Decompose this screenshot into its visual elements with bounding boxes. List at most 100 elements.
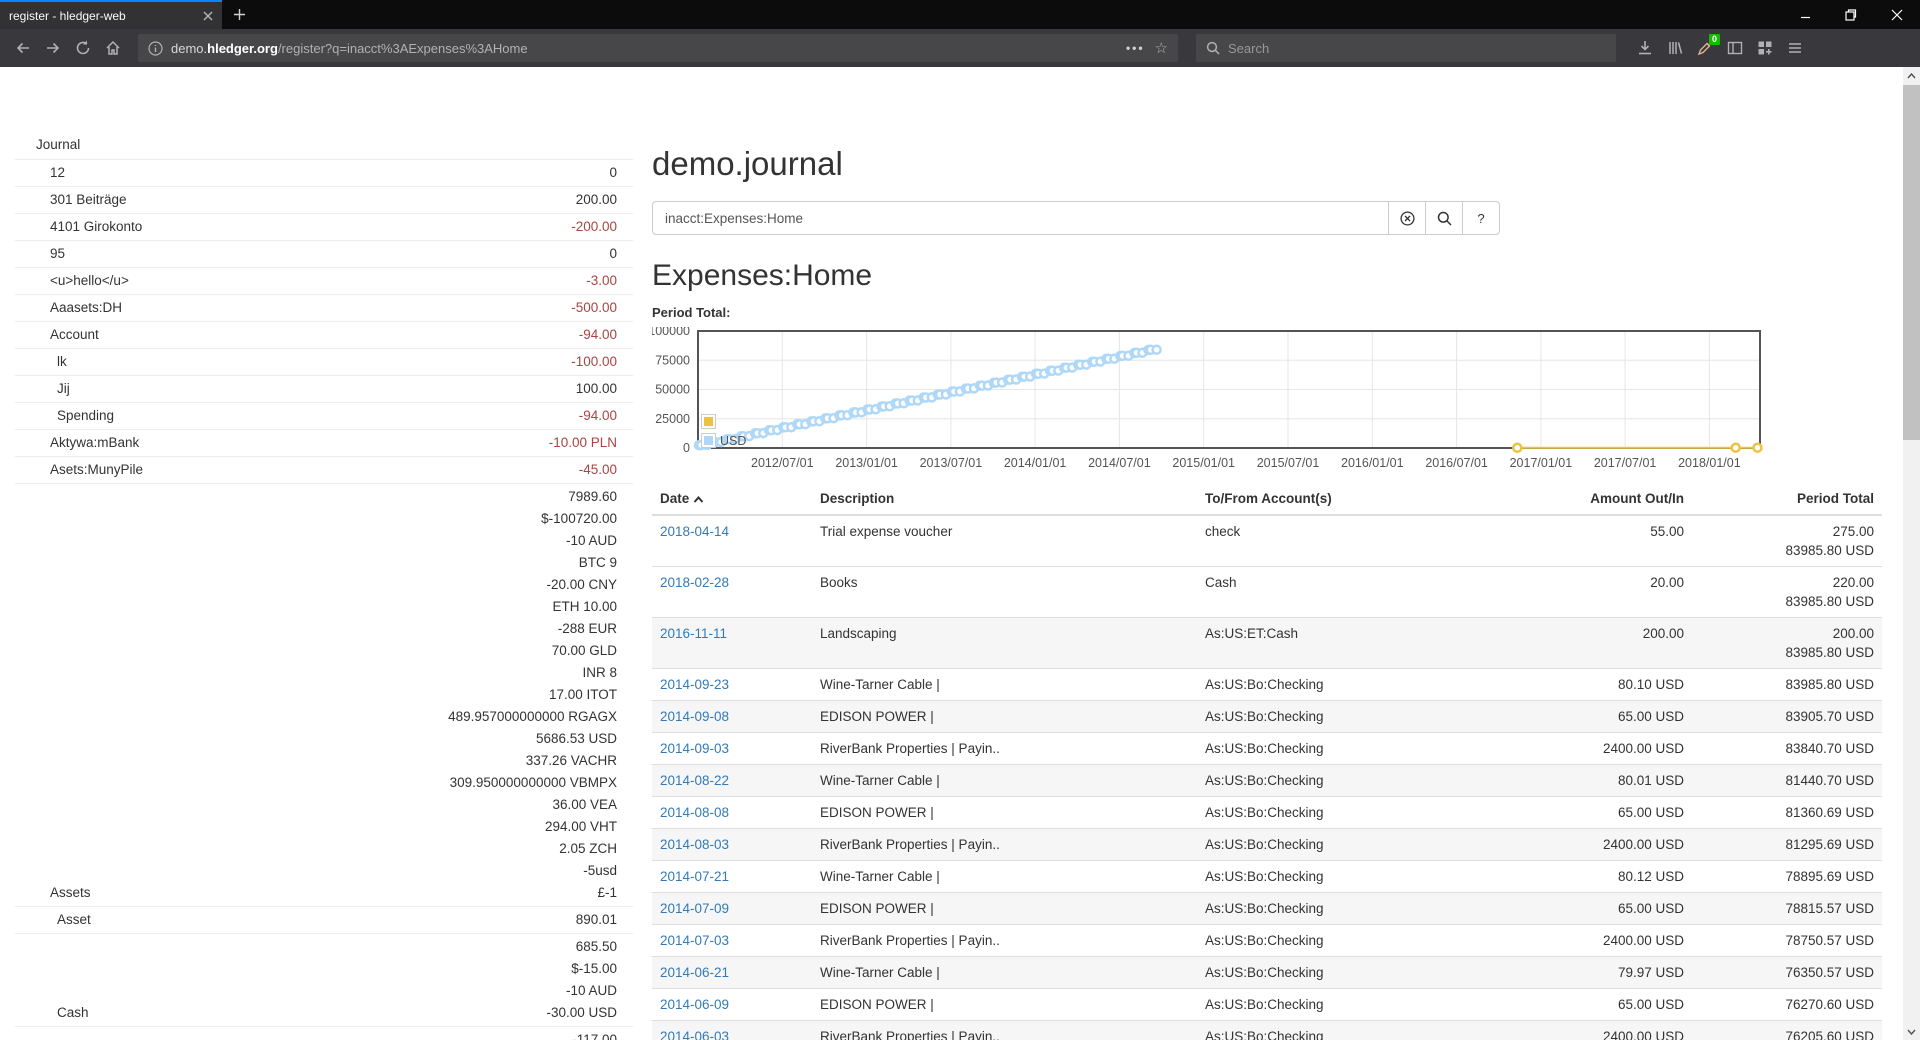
account-name[interactable]: lk	[15, 351, 67, 373]
account-name[interactable]: 12	[15, 162, 65, 184]
account-name[interactable]: Asets:MunyPile	[15, 459, 143, 481]
sidebar-journal-link[interactable]: Journal	[15, 130, 633, 159]
window-close-button[interactable]	[1874, 0, 1920, 29]
table-row[interactable]: 2014-06-03RiverBank Properties | Payin..…	[652, 1021, 1882, 1040]
sidebar-account-row[interactable]: 301 Beiträge200.00	[15, 186, 633, 213]
transaction-date-link[interactable]: 2014-08-08	[660, 805, 729, 820]
transaction-date-link[interactable]: 2014-06-03	[660, 1029, 729, 1040]
table-row[interactable]: 2014-08-22Wine-Tarner Cable |As:US:Bo:Ch…	[652, 765, 1882, 797]
svg-text:2016/07/01: 2016/07/01	[1425, 456, 1488, 470]
transaction-date-link[interactable]: 2018-04-14	[660, 524, 729, 539]
account-name[interactable]: Account	[15, 324, 99, 346]
back-button[interactable]	[8, 33, 38, 63]
home-button[interactable]	[98, 33, 128, 63]
sidebar-account-row[interactable]: 950	[15, 240, 633, 267]
table-row[interactable]: 2014-07-03RiverBank Properties | Payin..…	[652, 925, 1882, 957]
submit-search-button[interactable]	[1425, 201, 1463, 235]
table-row[interactable]: 2016-11-11LandscapingAs:US:ET:Cash200.00…	[652, 618, 1882, 669]
account-name[interactable]: Aktywa:mBank	[15, 432, 139, 454]
account-name[interactable]: <u>hello</u>	[15, 270, 129, 292]
account-balance: 100.00	[70, 378, 633, 400]
transaction-date-link[interactable]: 2018-02-28	[660, 575, 729, 590]
sidebar-account-row[interactable]: Asset890.01	[15, 906, 633, 933]
menu-hamburger-icon[interactable]	[1780, 33, 1810, 63]
help-button[interactable]: ?	[1462, 201, 1500, 235]
library-icon[interactable]	[1660, 33, 1690, 63]
table-row[interactable]: 2018-04-14Trial expense vouchercheck55.0…	[652, 515, 1882, 567]
window-minimize-button[interactable]	[1782, 0, 1828, 29]
window-restore-button[interactable]	[1828, 0, 1874, 29]
period-total-chart[interactable]: 2012/07/012013/01/012013/07/012014/01/01…	[652, 327, 1772, 471]
column-header-date[interactable]: Date	[652, 483, 812, 515]
sidebar-account-row[interactable]: Spending-94.00	[15, 402, 633, 429]
page-scrollbar[interactable]	[1903, 67, 1920, 1040]
sidebar-account-row[interactable]: 120	[15, 159, 633, 186]
sidebar-account-row[interactable]: Aktywa:mBank-10.00 PLN	[15, 429, 633, 456]
transaction-description: EDISON POWER |	[812, 701, 1197, 733]
account-name[interactable]: Cash	[15, 1002, 89, 1024]
query-input[interactable]	[652, 201, 1389, 235]
account-name[interactable]: 4101 Girokonto	[15, 216, 142, 238]
scrollbar-thumb[interactable]	[1903, 85, 1920, 440]
transaction-date-link[interactable]: 2014-09-08	[660, 709, 729, 724]
table-row[interactable]: 2014-08-08EDISON POWER |As:US:Bo:Checkin…	[652, 797, 1882, 829]
scrollbar-up-arrow[interactable]	[1903, 67, 1920, 84]
sidebar-account-row[interactable]: Asets:MunyPile-45.00	[15, 456, 633, 483]
transaction-date-link[interactable]: 2014-08-03	[660, 837, 729, 852]
sidebar-account-row[interactable]: <u>hello</u>-3.00	[15, 267, 633, 294]
account-name[interactable]: 301 Beiträge	[15, 189, 127, 211]
transaction-date-link[interactable]: 2014-06-09	[660, 997, 729, 1012]
bookmark-star-icon[interactable]: ☆	[1155, 39, 1168, 57]
scrollbar-down-arrow[interactable]	[1903, 1023, 1920, 1040]
sidebar-account-row[interactable]: lk-100.00	[15, 348, 633, 375]
table-row[interactable]: 2014-09-03RiverBank Properties | Payin..…	[652, 733, 1882, 765]
addon-highlighter-icon[interactable]: 0	[1690, 33, 1720, 63]
extensions-grid-icon[interactable]	[1750, 33, 1780, 63]
account-name[interactable]: Assets	[15, 882, 91, 904]
table-row[interactable]: 2014-07-09EDISON POWER |As:US:Bo:Checkin…	[652, 893, 1882, 925]
column-header-period-total[interactable]: Period Total	[1692, 483, 1882, 515]
clear-query-button[interactable]	[1388, 201, 1426, 235]
tab-close-icon[interactable]	[203, 11, 213, 21]
sidebar-account-row[interactable]: Account-94.00	[15, 321, 633, 348]
transaction-date-link[interactable]: 2014-08-22	[660, 773, 729, 788]
account-name[interactable]: Aaasets:DH	[15, 297, 122, 319]
table-row[interactable]: 2014-07-21Wine-Tarner Cable |As:US:Bo:Ch…	[652, 861, 1882, 893]
transaction-date-link[interactable]: 2014-09-23	[660, 677, 729, 692]
forward-button[interactable]	[38, 33, 68, 63]
sidebar-account-row[interactable]: Assets7989.60$-100720.00-10 AUDBTC 9-20.…	[15, 483, 633, 906]
table-row[interactable]: 2014-09-23Wine-Tarner Cable |As:US:Bo:Ch…	[652, 669, 1882, 701]
column-header-account[interactable]: To/From Account(s)	[1197, 483, 1492, 515]
browser-search-field[interactable]: Search	[1196, 34, 1616, 62]
downloads-icon[interactable]	[1630, 33, 1660, 63]
account-name[interactable]: Spending	[15, 405, 114, 427]
browser-tab[interactable]: register - hledger-web	[0, 0, 222, 29]
table-row[interactable]: 2014-06-21Wine-Tarner Cable |As:US:Bo:Ch…	[652, 957, 1882, 989]
sidebar-account-row[interactable]: -117.00	[15, 1026, 633, 1040]
transaction-date-link[interactable]: 2014-09-03	[660, 741, 729, 756]
transaction-date-link[interactable]: 2014-06-21	[660, 965, 729, 980]
table-row[interactable]: 2014-08-03RiverBank Properties | Payin..…	[652, 829, 1882, 861]
sidebar-account-row[interactable]: Aaasets:DH-500.00	[15, 294, 633, 321]
transaction-date-link[interactable]: 2016-11-11	[660, 626, 727, 641]
transaction-date-link[interactable]: 2014-07-09	[660, 901, 729, 916]
table-row[interactable]: 2014-06-09EDISON POWER |As:US:Bo:Checkin…	[652, 989, 1882, 1021]
transaction-date-link[interactable]: 2014-07-21	[660, 869, 729, 884]
url-bar[interactable]: demo.hledger.org/register?q=inacct%3AExp…	[138, 34, 1178, 62]
page-actions-icon[interactable]: •••	[1126, 41, 1145, 55]
table-row[interactable]: 2014-09-08EDISON POWER |As:US:Bo:Checkin…	[652, 701, 1882, 733]
sidebar-account-row[interactable]: Cash685.50$-15.00-10 AUD-30.00 USD	[15, 933, 633, 1026]
column-header-description[interactable]: Description	[812, 483, 1197, 515]
account-name[interactable]: 95	[15, 243, 65, 265]
reload-button[interactable]	[68, 33, 98, 63]
sidebar-account-row[interactable]: Jij100.00	[15, 375, 633, 402]
transaction-date-link[interactable]: 2014-07-03	[660, 933, 729, 948]
new-tab-button[interactable]	[222, 0, 256, 29]
sidebars-toggle-icon[interactable]	[1720, 33, 1750, 63]
account-name[interactable]: Asset	[15, 909, 91, 931]
account-name[interactable]: Jij	[15, 378, 70, 400]
site-info-icon[interactable]	[148, 41, 163, 56]
column-header-amount[interactable]: Amount Out/In	[1492, 483, 1692, 515]
sidebar-account-row[interactable]: 4101 Girokonto-200.00	[15, 213, 633, 240]
table-row[interactable]: 2018-02-28BooksCash20.00220.0083985.80 U…	[652, 567, 1882, 618]
